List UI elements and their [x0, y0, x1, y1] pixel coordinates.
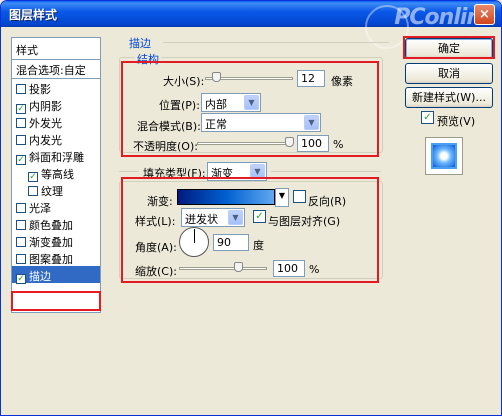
style-item[interactable]: ✓ 斜面和浮雕 [12, 147, 100, 165]
style-item-label: 斜面和浮雕 [29, 151, 84, 164]
title-bar[interactable]: 图层样式 PConline 太平洋电脑网 × [1, 1, 501, 49]
checkbox-icon[interactable] [16, 203, 26, 213]
style-item[interactable]: 投影 [12, 79, 100, 96]
style-item-label: 光泽 [29, 202, 51, 215]
preview-checkbox[interactable]: ✓ [421, 111, 434, 124]
checkbox-icon[interactable] [28, 186, 38, 196]
style-item[interactable]: 光泽 [12, 198, 100, 215]
style-item-label: 等高线 [41, 168, 74, 181]
checkbox-icon[interactable] [16, 84, 26, 94]
style-items: 投影 ✓ 内阴影 外发光 内发光 ✓ 斜面和浮雕 ✓ 等高线 纹理 光泽 颜色叠加 渐变叠加 图案叠加 ✓ 描… [12, 79, 100, 284]
style-item[interactable]: 外发光 [12, 113, 100, 130]
style-item[interactable]: ✓ 描边 [12, 266, 100, 284]
style-item-label: 外发光 [29, 117, 62, 130]
style-item[interactable]: ✓ 内阴影 [12, 96, 100, 114]
fill-highlight [121, 177, 379, 283]
structure-highlight [121, 61, 379, 157]
divider [271, 171, 381, 172]
divider [119, 171, 139, 172]
style-item[interactable]: 图案叠加 [12, 249, 100, 266]
cancel-button[interactable]: 取消 [405, 63, 493, 84]
style-item-label: 内阴影 [29, 100, 62, 113]
style-item[interactable]: ✓ 等高线 [12, 164, 100, 182]
style-item-label: 纹理 [41, 185, 63, 198]
style-item-label: 渐变叠加 [29, 236, 73, 249]
checkbox-icon[interactable] [16, 237, 26, 247]
new-style-button[interactable]: 新建样式(W)... [405, 87, 493, 108]
layer-style-dialog: 图层样式 PConline 太平洋电脑网 × 样式 混合选项:自定 投影✓内阴影… [0, 0, 502, 416]
style-item-label: 投影 [29, 83, 51, 96]
blend-options-item[interactable]: 混合选项:自定 [12, 60, 100, 79]
style-item[interactable]: 纹理 [12, 181, 100, 198]
style-item-label: 描边 [29, 270, 51, 283]
divider [163, 42, 389, 43]
style-list: 样式 混合选项:自定 投影 ✓ 内阴影 外发光 内发光 ✓ 斜面和浮雕 ✓ 等高线 纹理 光泽 颜色叠… [11, 37, 101, 313]
styles-header[interactable]: 样式 [12, 38, 100, 60]
style-item-label: 颜色叠加 [29, 219, 73, 232]
style-item-label: 图案叠加 [29, 253, 73, 266]
window-title: 图层样式 [9, 8, 58, 22]
preview-label[interactable]: 预览(V) [437, 113, 475, 129]
ok-highlight [403, 36, 495, 59]
checkmark-icon[interactable]: ✓ [16, 274, 26, 284]
checkbox-icon[interactable] [16, 220, 26, 230]
checkbox-icon[interactable] [16, 135, 26, 145]
style-item[interactable]: 渐变叠加 [12, 232, 100, 249]
style-item-label: 内发光 [29, 134, 62, 147]
checkbox-icon[interactable] [16, 254, 26, 264]
preview-thumbnail [433, 145, 455, 167]
checkbox-icon[interactable] [16, 118, 26, 128]
style-item[interactable]: 内发光 [12, 130, 100, 147]
close-button[interactable]: × [474, 4, 495, 25]
style-preview-swatch [425, 137, 463, 175]
style-item[interactable]: 颜色叠加 [12, 215, 100, 232]
stroke-item-highlight [11, 291, 101, 311]
panel-title: 描边 [129, 37, 151, 50]
